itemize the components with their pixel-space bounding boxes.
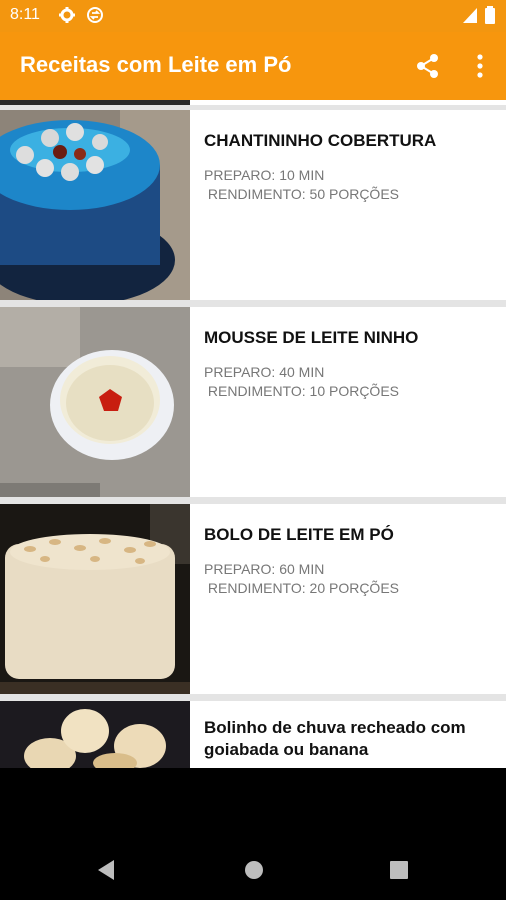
settings-icon <box>59 7 75 23</box>
recipe-prep-time: PREPARO: 40 MIN <box>204 364 325 380</box>
signal-icon <box>463 8 477 23</box>
recipe-image <box>0 307 190 497</box>
battery-icon <box>485 6 495 24</box>
sync-icon <box>87 7 103 23</box>
app-title: Receitas com Leite em Pó <box>20 52 292 77</box>
recipe-prep-time: PREPARO: 60 MIN <box>204 561 325 577</box>
recipe-image <box>0 701 190 768</box>
recipe-yield: RENDIMENTO: 20 PORÇÕES <box>204 580 400 596</box>
recipe-image <box>0 110 190 300</box>
app-bar: Receitas com Leite em Pó <box>0 32 506 100</box>
recipe-title: Bolinho de chuva recheado com goiabada o… <box>204 718 466 759</box>
recipe-title: CHANTININHO COBERTURA <box>204 131 437 150</box>
recipe-card[interactable]: Bolinho de chuva recheado com goiabada o… <box>0 701 506 768</box>
recipe-title: MOUSSE DE LEITE NINHO <box>204 328 419 347</box>
home-icon[interactable] <box>243 858 265 882</box>
recipe-card[interactable]: BOLO DE LEITE EM PÓ PREPARO: 60 MIN REND… <box>0 504 506 694</box>
recipe-yield: RENDIMENTO: 50 PORÇÕES <box>204 186 400 202</box>
recipe-card[interactable]: CHANTININHO COBERTURA PREPARO: 10 MIN RE… <box>0 110 506 300</box>
recipe-title: BOLO DE LEITE EM PÓ <box>204 525 394 544</box>
recipe-list[interactable]: CHANTININHO COBERTURA PREPARO: 10 MIN RE… <box>0 100 506 768</box>
share-icon[interactable] <box>414 52 442 80</box>
recipe-yield: RENDIMENTO: 10 PORÇÕES <box>204 383 400 399</box>
list-item-scrolled[interactable] <box>0 100 506 105</box>
status-time: 8:11 <box>10 6 40 23</box>
recipe-image <box>0 504 190 694</box>
more-vert-icon[interactable] <box>466 52 494 80</box>
back-icon[interactable] <box>96 858 116 882</box>
recipe-prep-time: PREPARO: 10 MIN <box>204 167 325 183</box>
recents-icon[interactable] <box>389 858 409 882</box>
recipe-image <box>0 100 190 105</box>
recipe-card[interactable]: MOUSSE DE LEITE NINHO PREPARO: 40 MIN RE… <box>0 307 506 497</box>
status-bar: 8:11 <box>0 0 506 32</box>
